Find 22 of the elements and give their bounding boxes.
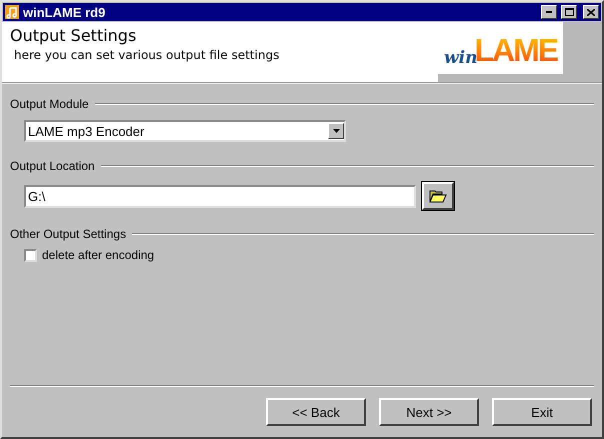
music-note-icon [5, 5, 19, 19]
close-button[interactable] [583, 5, 599, 19]
group-label: Output Module [10, 97, 89, 111]
delete-checkbox[interactable]: delete after encoding [24, 248, 594, 262]
minimize-button[interactable] [541, 5, 557, 19]
maximize-icon [564, 8, 574, 16]
page-subtitle: here you can set various output file settings [14, 48, 280, 62]
maximize-button[interactable] [561, 5, 577, 19]
folder-icon [429, 189, 447, 203]
wizard-button[interactable]: Exit [492, 398, 592, 426]
window-title: winLAME rd9 [23, 4, 106, 20]
close-icon [587, 8, 595, 16]
logo: winLAME [438, 22, 563, 74]
group-label: Other Output Settings [10, 227, 126, 241]
minimize-icon [546, 11, 552, 13]
wizard-button[interactable]: Next >> [379, 398, 479, 426]
module-dropdown[interactable]: LAME mp3 Encoder [24, 120, 346, 142]
wizard-button[interactable]: << Back [266, 398, 366, 426]
page-title: Output Settings [10, 26, 138, 45]
group-label: Output Location [10, 159, 95, 173]
location-field[interactable]: G:\ [24, 184, 416, 208]
browse-button[interactable] [422, 182, 454, 210]
